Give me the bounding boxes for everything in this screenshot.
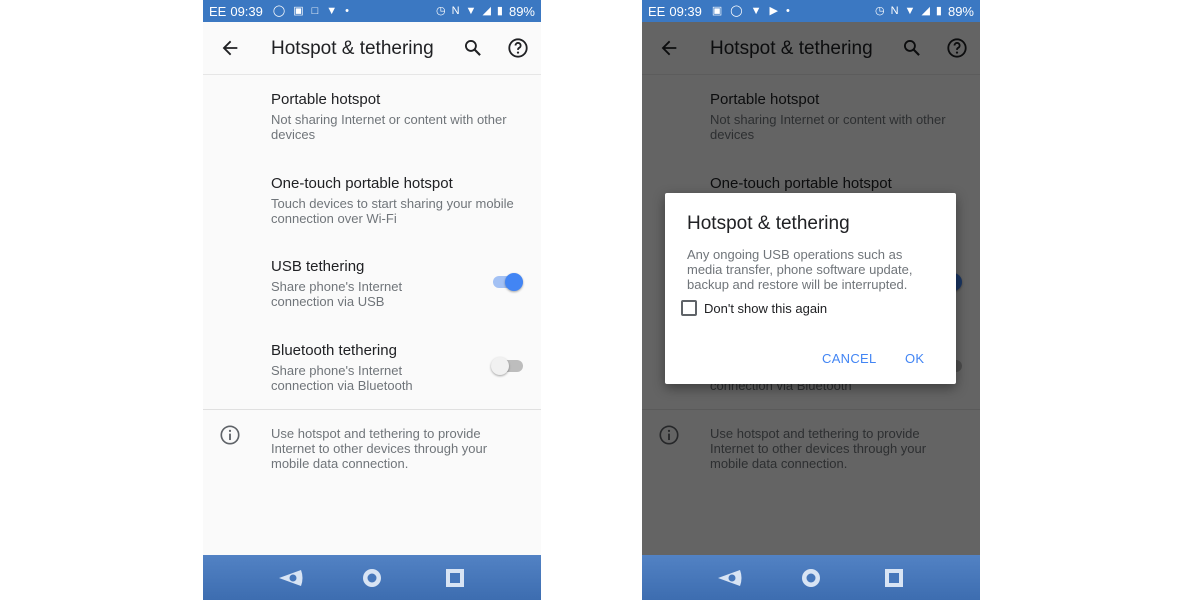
shield-icon: ▼ [750, 4, 762, 17]
dialog-title: Hotspot & tethering [687, 213, 850, 234]
app-notification-icon: ▣ [711, 4, 723, 17]
setting-title: Portable hotspot [271, 91, 381, 108]
battery-percent: 89% [947, 3, 974, 19]
navigation-bar [642, 555, 980, 600]
nav-home-icon[interactable] [800, 568, 822, 588]
signal-icon: ◢ [482, 4, 491, 17]
usb-icon: □ [311, 4, 319, 17]
clock: 09:39 [669, 3, 702, 19]
battery-icon: ▮ [496, 4, 503, 17]
cancel-button[interactable]: CANCEL [822, 351, 877, 366]
confirm-dialog: Hotspot & tethering Any ongoing USB oper… [665, 193, 956, 384]
setting-title: One-touch portable hotspot [271, 175, 453, 192]
app-notification-icon: ▣ [293, 4, 304, 17]
back-arrow-icon[interactable] [219, 37, 241, 59]
setting-title: USB tethering [271, 258, 365, 275]
setting-subtitle: Touch devices to start sharing your mobi… [271, 196, 514, 226]
battery-percent: 89% [508, 3, 535, 19]
dont-show-again-checkbox[interactable] [681, 300, 697, 316]
shield-icon: ▼ [326, 4, 338, 17]
nfc-icon: N [451, 4, 460, 17]
nav-back-icon[interactable] [277, 568, 305, 588]
carrier-label: EE [648, 3, 666, 19]
carrier-label: EE [209, 3, 227, 19]
nfc-icon: N [890, 4, 899, 17]
phone-screen-settings: EE 09:39 ◯ ▣ □ ▼ • ◷ N ▼ ◢ ▮ 89% Hotspot… [203, 0, 541, 600]
setting-subtitle: Not sharing Internet or content with oth… [271, 112, 507, 142]
toggle-knob [491, 357, 509, 375]
page-title: Hotspot & tethering [271, 38, 434, 59]
nav-home-icon[interactable] [361, 568, 383, 588]
setting-subtitle: Share phone's Internet connection via US… [271, 279, 403, 309]
divider [203, 409, 541, 410]
phone-screen-dialog: EE 09:39 ▣ ◯ ▼ ▶ • ◷ N ▼ ◢ ▮ 89% Hotspot… [642, 0, 980, 600]
wifi-icon: ▼ [904, 4, 916, 17]
setting-usb-tethering[interactable]: USB tethering Share phone's Internet con… [203, 242, 541, 324]
ok-button[interactable]: OK [905, 351, 924, 366]
nav-recents-icon[interactable] [884, 568, 904, 588]
signal-icon: ◢ [921, 4, 930, 17]
lightbulb-icon: ◯ [272, 4, 286, 17]
info-text: Use hotspot and tethering to provide Int… [271, 426, 488, 471]
status-icons-right: ◷ N ▼ ◢ ▮ 89% [436, 4, 535, 19]
nav-recents-icon[interactable] [445, 568, 465, 588]
usb-tethering-toggle[interactable] [493, 273, 525, 291]
setting-one-touch-hotspot[interactable]: One-touch portable hotspot Touch devices… [203, 159, 541, 241]
wifi-icon: ▼ [465, 4, 477, 17]
play-store-icon: ▶ [769, 4, 778, 17]
battery-icon: ▮ [935, 4, 942, 17]
setting-title: Bluetooth tethering [271, 342, 397, 359]
dont-show-again-label[interactable]: Don't show this again [704, 301, 827, 316]
bluetooth-tethering-toggle[interactable] [491, 357, 525, 375]
app-bar: Hotspot & tethering [203, 22, 541, 75]
toggle-knob [505, 273, 523, 291]
alarm-icon: ◷ [874, 4, 885, 17]
help-icon[interactable] [507, 37, 529, 59]
setting-bluetooth-tethering[interactable]: Bluetooth tethering Share phone's Intern… [203, 326, 541, 408]
setting-subtitle: Share phone's Internet connection via Bl… [271, 363, 413, 393]
search-icon[interactable] [463, 38, 483, 58]
lightbulb-icon: ◯ [730, 4, 743, 17]
status-bar: EE 09:39 ▣ ◯ ▼ ▶ • ◷ N ▼ ◢ ▮ 89% [642, 0, 980, 22]
clock: 09:39 [230, 3, 263, 19]
status-icons-right: ◷ N ▼ ◢ ▮ 89% [875, 4, 974, 19]
status-bar: EE 09:39 ◯ ▣ □ ▼ • ◷ N ▼ ◢ ▮ 89% [203, 0, 541, 22]
info-icon [220, 425, 240, 445]
setting-portable-hotspot[interactable]: Portable hotspot Not sharing Internet or… [203, 75, 541, 157]
more-dot-icon: • [345, 4, 350, 17]
alarm-icon: ◷ [435, 4, 446, 17]
dialog-message: Any ongoing USB operations such as media… [687, 247, 913, 292]
more-dot-icon: • [785, 4, 790, 17]
navigation-bar [203, 555, 541, 600]
nav-back-icon[interactable] [716, 568, 744, 588]
